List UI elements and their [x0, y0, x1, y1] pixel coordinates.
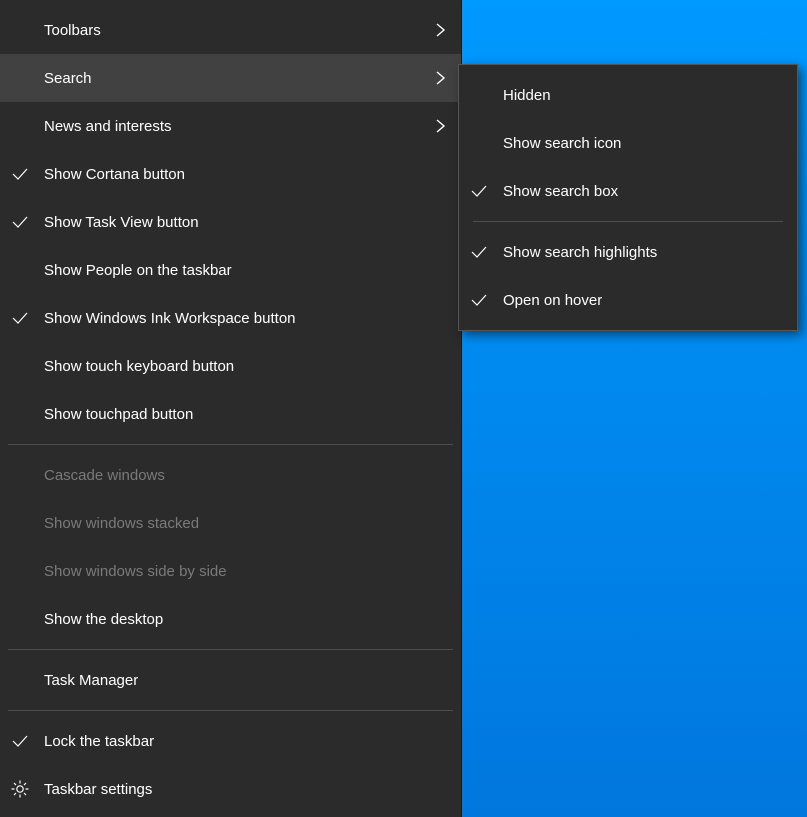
- menu-item-label: Show touchpad button: [44, 406, 427, 423]
- menu-item-show-the-desktop[interactable]: Show the desktop: [0, 595, 461, 643]
- menu-item-show-search-icon[interactable]: Show search icon: [459, 119, 797, 167]
- menu-item-show-windows-ink-workspace-button[interactable]: Show Windows Ink Workspace button: [0, 294, 461, 342]
- separator: [473, 221, 783, 222]
- separator: [8, 649, 453, 650]
- menu-item-hidden[interactable]: Hidden: [459, 71, 797, 119]
- menu-item-label: Show the desktop: [44, 611, 427, 628]
- menu-item-news-and-interests[interactable]: News and interests: [0, 102, 461, 150]
- menu-item-label: Show Task View button: [44, 214, 427, 231]
- menu-item-label: News and interests: [44, 118, 427, 135]
- search-submenu: Hidden Show search icon Show search box Sho…: [458, 64, 798, 331]
- menu-item-label: Show touch keyboard button: [44, 358, 427, 375]
- menu-item-show-touch-keyboard-button[interactable]: Show touch keyboard button: [0, 342, 461, 390]
- gear-icon: [10, 779, 44, 799]
- menu-item-label: Open on hover: [503, 292, 763, 309]
- menu-item-label: Task Manager: [44, 672, 427, 689]
- menu-item-label: Search: [44, 70, 427, 87]
- check-icon: [469, 290, 503, 310]
- check-icon: [469, 181, 503, 201]
- taskbar-context-menu: Toolbars Search News and interests Show Cor…: [0, 0, 462, 817]
- menu-item-label: Toolbars: [44, 22, 427, 39]
- menu-item-label: Show People on the taskbar: [44, 262, 427, 279]
- menu-item-label: Show search icon: [503, 135, 763, 152]
- menu-item-label: Taskbar settings: [44, 781, 427, 798]
- chevron-right-icon: [427, 118, 447, 134]
- menu-item-show-touchpad-button[interactable]: Show touchpad button: [0, 390, 461, 438]
- check-icon: [10, 164, 44, 184]
- chevron-right-icon: [427, 70, 447, 86]
- check-icon: [10, 212, 44, 232]
- menu-item-show-windows-stacked: Show windows stacked: [0, 499, 461, 547]
- menu-item-lock-the-taskbar[interactable]: Lock the taskbar: [0, 717, 461, 765]
- menu-item-label: Show Windows Ink Workspace button: [44, 310, 427, 327]
- menu-item-open-on-hover[interactable]: Open on hover: [459, 276, 797, 324]
- menu-item-show-people-on-the-taskbar[interactable]: Show People on the taskbar: [0, 246, 461, 294]
- separator: [8, 444, 453, 445]
- menu-item-label: Show windows side by side: [44, 563, 427, 580]
- menu-item-label: Show Cortana button: [44, 166, 427, 183]
- check-icon: [10, 308, 44, 328]
- separator: [8, 710, 453, 711]
- menu-item-label: Lock the taskbar: [44, 733, 427, 750]
- check-icon: [10, 731, 44, 751]
- menu-item-show-windows-side-by-side: Show windows side by side: [0, 547, 461, 595]
- chevron-right-icon: [427, 22, 447, 38]
- check-icon: [469, 242, 503, 262]
- menu-item-show-search-box[interactable]: Show search box: [459, 167, 797, 215]
- menu-item-show-search-highlights[interactable]: Show search highlights: [459, 228, 797, 276]
- menu-item-cascade-windows: Cascade windows: [0, 451, 461, 499]
- menu-item-label: Show search box: [503, 183, 763, 200]
- menu-item-label: Show search highlights: [503, 244, 763, 261]
- menu-item-show-task-view-button[interactable]: Show Task View button: [0, 198, 461, 246]
- menu-item-toolbars[interactable]: Toolbars: [0, 6, 461, 54]
- menu-item-label: Show windows stacked: [44, 515, 427, 532]
- menu-item-task-manager[interactable]: Task Manager: [0, 656, 461, 704]
- menu-item-label: Hidden: [503, 87, 763, 104]
- menu-item-show-cortana-button[interactable]: Show Cortana button: [0, 150, 461, 198]
- menu-item-label: Cascade windows: [44, 467, 427, 484]
- menu-item-taskbar-settings[interactable]: Taskbar settings: [0, 765, 461, 813]
- menu-item-search[interactable]: Search: [0, 54, 461, 102]
